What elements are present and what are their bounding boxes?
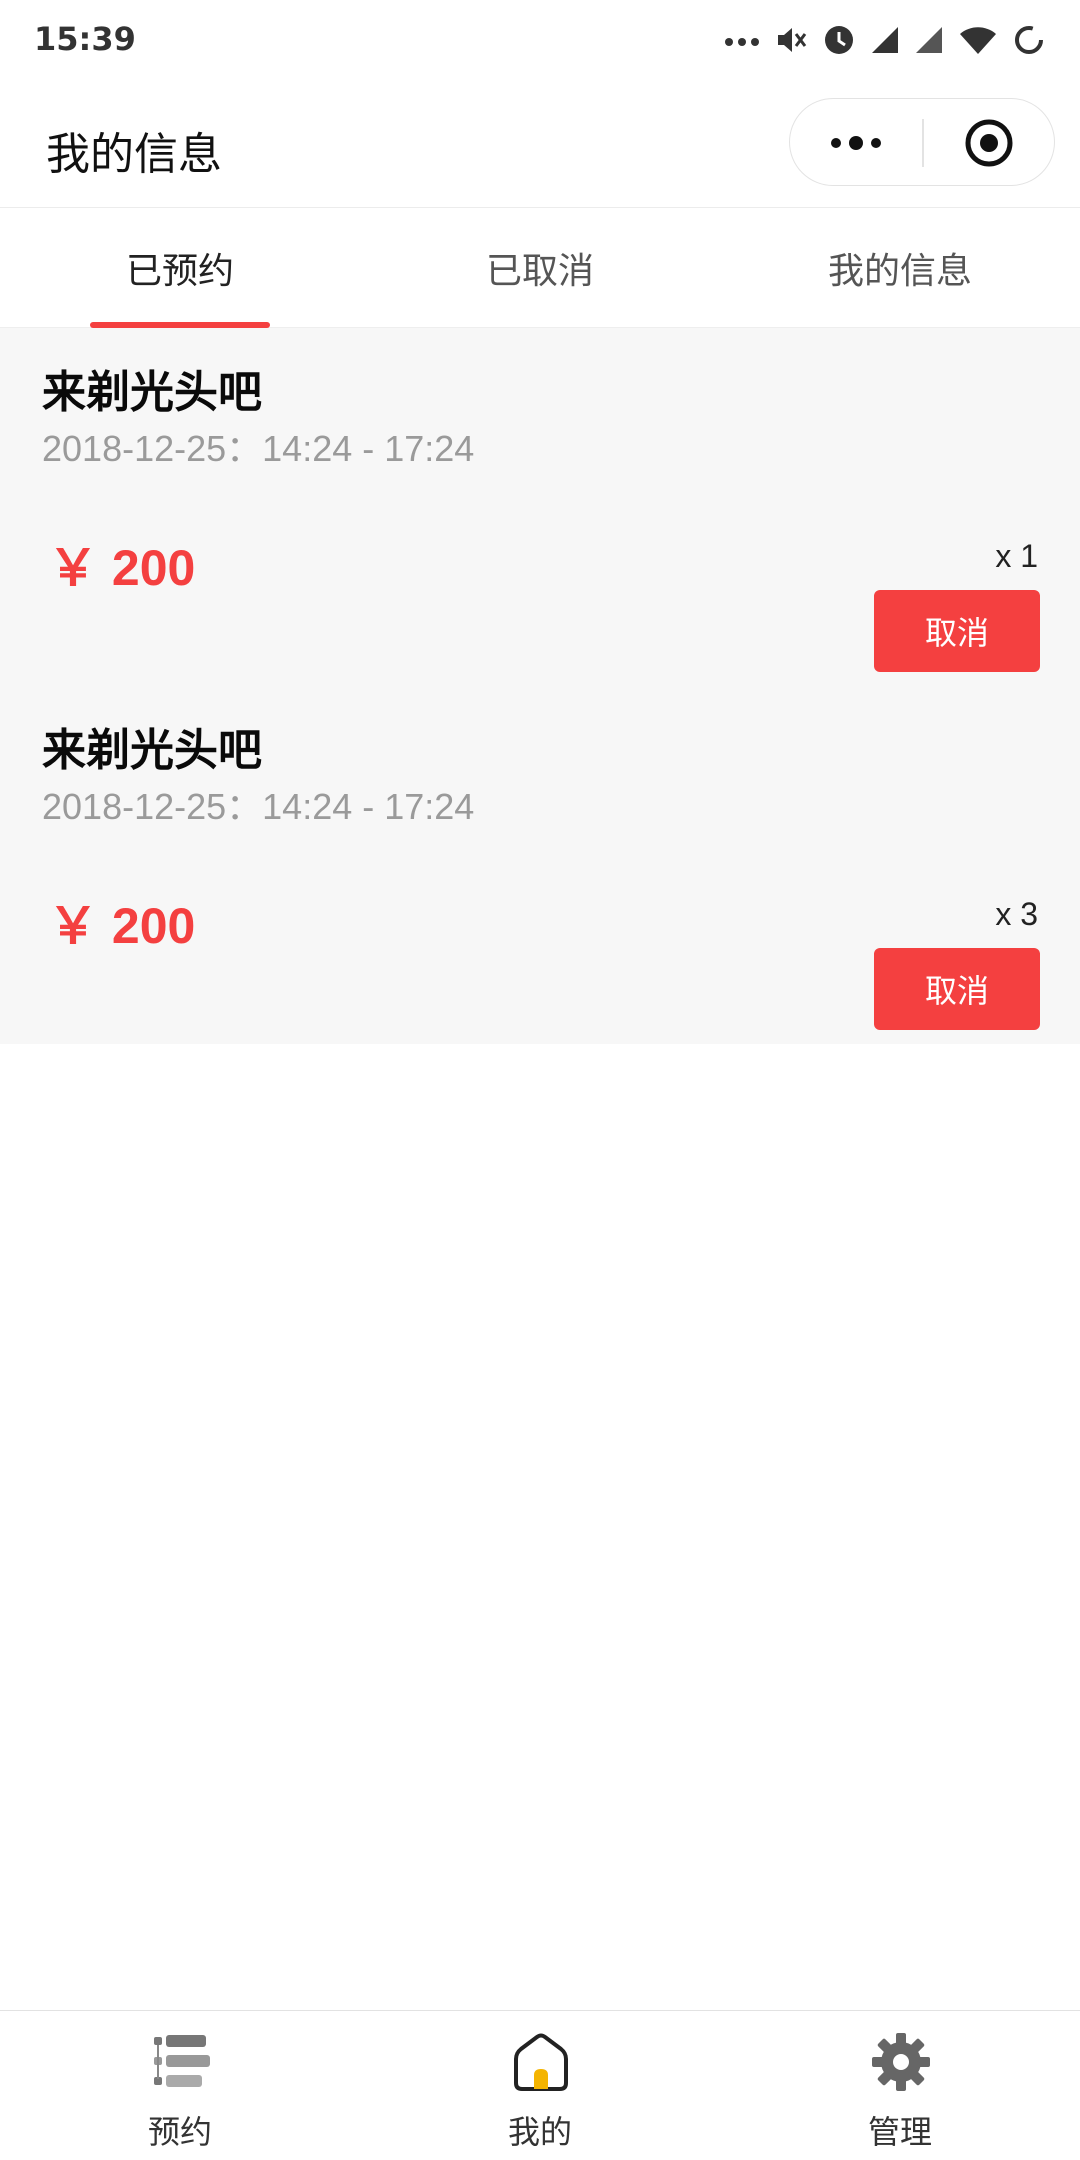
tabbar-label: 预约	[147, 2114, 212, 2150]
status-bar: 15:39	[0, 0, 1080, 80]
tabbar-label: 管理	[867, 2114, 932, 2150]
tabbar-label: 我的	[507, 2114, 572, 2150]
order-card: 来剃光头吧 2018-12-25：14:24 - 17:24 ￥ 200 x 3…	[0, 686, 1080, 1044]
order-list: 来剃光头吧 2018-12-25：14:24 - 17:24 ￥ 200 x 1…	[0, 328, 1080, 1044]
status-icons	[724, 18, 1046, 62]
gear-icon	[872, 2033, 930, 2091]
tab-label: 已取消	[485, 250, 594, 291]
bottom-tab-bar: 预约 我的 管理	[0, 2010, 1080, 2160]
order-time: 2018-12-25：14:24 - 17:24	[42, 428, 475, 469]
mute-icon	[778, 28, 807, 52]
order-price: ￥ 200	[48, 898, 196, 954]
alarm-icon	[825, 26, 853, 54]
more-dots-icon	[725, 38, 759, 46]
order-time: 2018-12-25：14:24 - 17:24	[42, 786, 475, 827]
order-title: 来剃光头吧	[42, 368, 262, 417]
signal-icon	[872, 27, 898, 53]
page-title: 我的信息	[46, 130, 222, 179]
tab-bar: 已预约 已取消 我的信息	[0, 208, 1080, 328]
tab-my-info[interactable]: 我的信息	[720, 208, 1080, 328]
more-button[interactable]	[790, 99, 922, 187]
mini-program-capsule	[789, 98, 1055, 186]
tab-label: 已预约	[125, 250, 234, 291]
tabbar-item-mine[interactable]: 我的	[360, 2011, 720, 2160]
order-price: ￥ 200	[48, 540, 196, 596]
tab-booked[interactable]: 已预约	[0, 208, 360, 328]
tab-cancelled[interactable]: 已取消	[360, 208, 720, 328]
order-quantity: x 1	[995, 538, 1038, 574]
tabbar-item-manage[interactable]: 管理	[720, 2011, 1080, 2160]
order-title: 来剃光头吧	[42, 726, 262, 775]
cancel-button[interactable]: 取消	[874, 590, 1040, 672]
home-icon	[514, 2033, 568, 2091]
wifi-icon	[960, 27, 996, 54]
list-icon	[154, 2035, 210, 2087]
status-time: 15:39	[34, 20, 136, 58]
cancel-button[interactable]: 取消	[874, 948, 1040, 1030]
order-quantity: x 3	[995, 896, 1038, 932]
close-button[interactable]	[923, 99, 1055, 187]
more-dots-icon	[831, 136, 881, 150]
close-target-icon	[965, 119, 1013, 167]
order-card: 来剃光头吧 2018-12-25：14:24 - 17:24 ￥ 200 x 1…	[0, 328, 1080, 686]
nav-bar: 我的信息	[0, 80, 1080, 208]
tab-label: 我的信息	[827, 250, 972, 291]
tabbar-item-booking[interactable]: 预约	[0, 2011, 360, 2160]
battery-ring-icon	[1015, 26, 1043, 54]
signal-icon	[916, 27, 942, 53]
